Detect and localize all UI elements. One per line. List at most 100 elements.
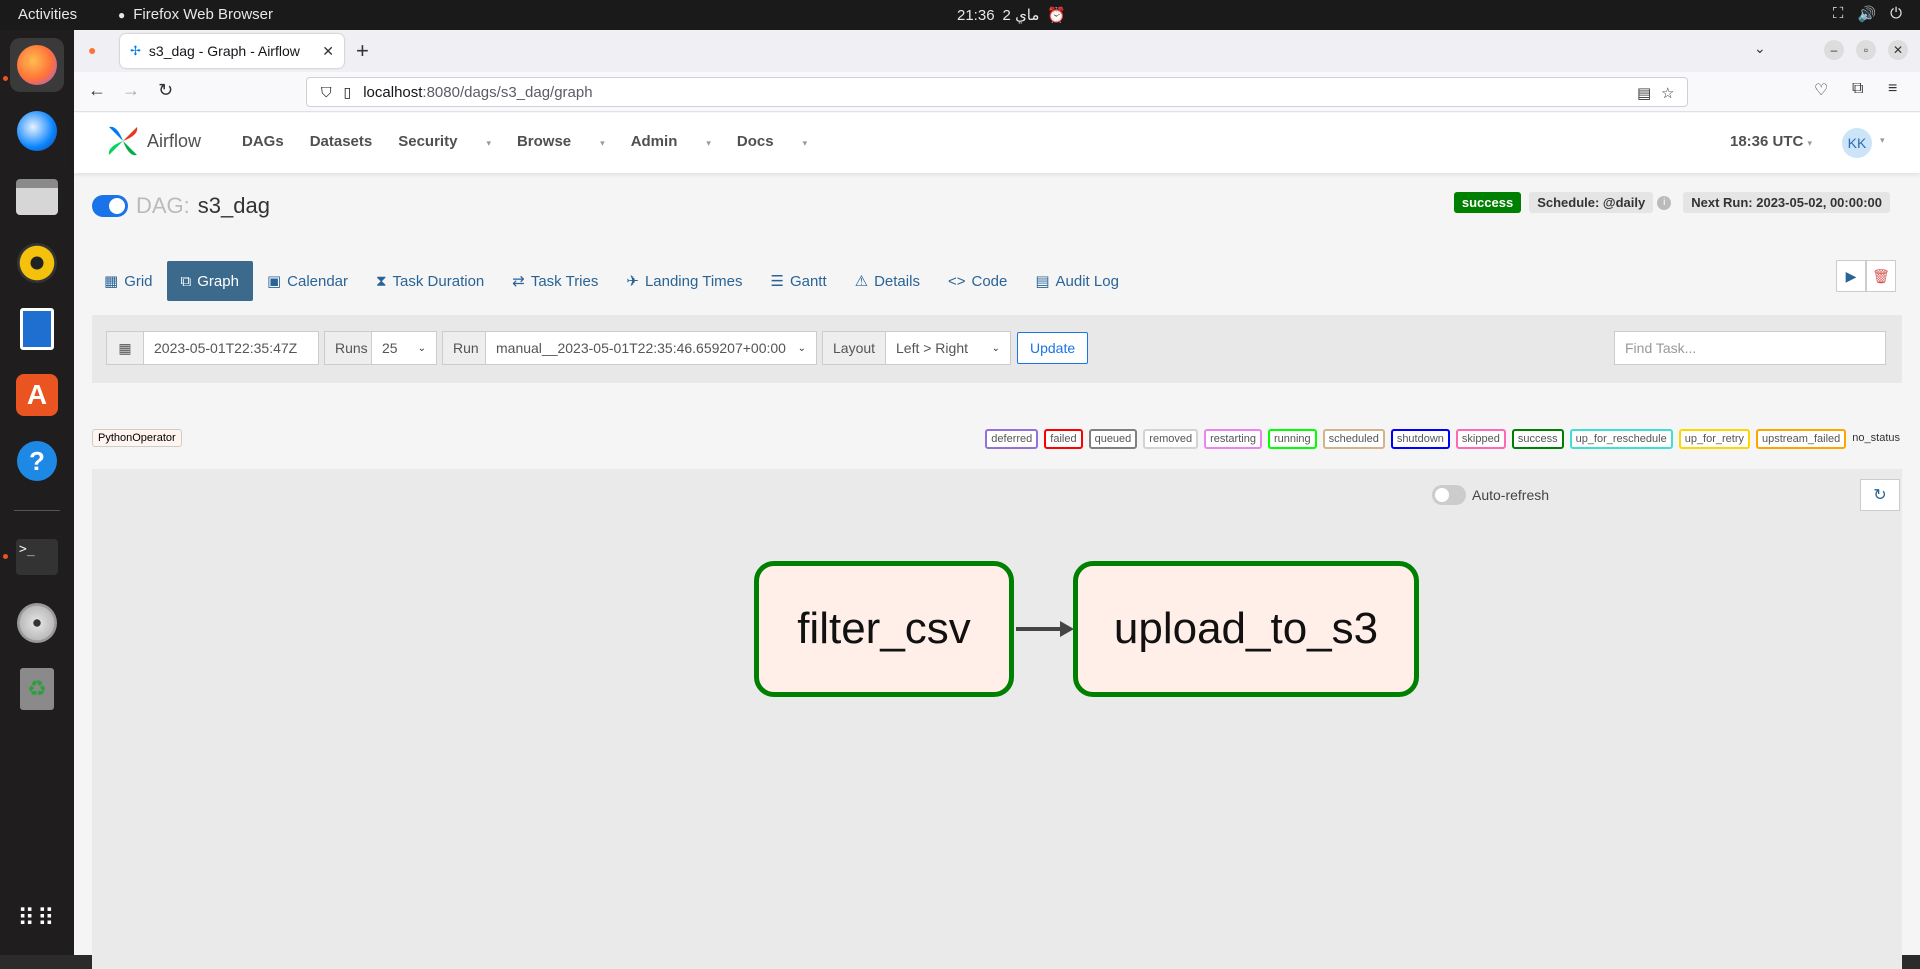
refresh-button[interactable]: ↻ — [1860, 479, 1900, 511]
clock[interactable]: 21:36 2 ماي ⏰ — [957, 6, 1066, 25]
url-path: :8080/dags/s3_dag/graph — [422, 83, 593, 101]
maximize-icon[interactable]: ▫ — [1856, 40, 1876, 60]
close-window-icon[interactable]: ✕ — [1888, 40, 1908, 60]
menu-icon[interactable]: ≡ — [1888, 80, 1897, 98]
tab-task-duration[interactable]: ⧗ Task Duration — [362, 261, 498, 301]
caret-icon: ▾ — [706, 138, 711, 148]
trash-icon: ♻ — [20, 668, 54, 710]
menu-security[interactable]: Security ▾ — [398, 133, 491, 150]
menu-dags[interactable]: DAGs — [242, 133, 284, 150]
extensions-icon[interactable]: ⧉ — [1852, 80, 1863, 98]
schedule-badge: Schedule: @daily — [1529, 192, 1654, 213]
activities-button[interactable]: Activities — [18, 6, 77, 23]
state-running[interactable]: running — [1267, 429, 1317, 449]
forward-icon[interactable]: → — [122, 80, 140, 101]
airflow-logo[interactable]: Airflow — [105, 123, 201, 159]
menu-browse[interactable]: Browse ▾ — [517, 133, 605, 150]
back-icon[interactable]: ← — [88, 80, 106, 101]
state-removed[interactable]: removed — [1143, 429, 1199, 449]
state-failed[interactable]: failed — [1044, 429, 1083, 449]
tab-landing-times[interactable]: ✈ Landing Times — [612, 261, 756, 301]
tab-task-tries[interactable]: ⇄ Task Tries — [498, 261, 612, 301]
run-select[interactable]: manual__2023-05-01T22:35:46.659207+00:00… — [485, 331, 817, 365]
status-badge[interactable]: success — [1453, 192, 1522, 213]
minimize-icon[interactable]: – — [1824, 40, 1844, 60]
calendar-button[interactable]: ▦ — [106, 331, 144, 365]
tab-calendar[interactable]: ▣ Calendar — [253, 261, 362, 301]
close-tab-icon[interactable]: ✕ — [322, 43, 334, 60]
runs-label: Runs — [324, 331, 372, 365]
state-legend: deferred failed queued removed restartin… — [985, 429, 1900, 449]
tab-code-label: Code — [971, 272, 1008, 290]
menu-docs-label: Docs — [736, 133, 774, 150]
dag-graph[interactable]: Auto-refresh ↻ filter_csv upload_to_s3 — [92, 469, 1902, 969]
state-scheduled[interactable]: scheduled — [1322, 429, 1385, 449]
layout-select[interactable]: Left > Right ⌄ — [885, 331, 1011, 365]
task-node-upload-to-s3[interactable]: upload_to_s3 — [1073, 561, 1419, 697]
airflow-page: Airflow DAGs Datasets Security ▾ Browse ▾ … — [74, 113, 1920, 969]
menu-docs[interactable]: Docs ▾ — [737, 133, 807, 150]
trigger-dag-button[interactable]: ▶ — [1836, 260, 1866, 292]
state-upstream-failed[interactable]: upstream_failed — [1756, 429, 1847, 449]
state-shutdown[interactable]: shutdown — [1390, 429, 1450, 449]
state-no-status[interactable]: no_status — [1852, 429, 1900, 449]
avatar[interactable]: KK — [1842, 128, 1872, 158]
app-menu[interactable]: ● Firefox Web Browser — [118, 6, 273, 23]
tab-list-icon[interactable]: ⌄ — [1754, 40, 1766, 57]
dock-help[interactable]: ? — [10, 434, 64, 488]
reader-view-icon[interactable]: ▤ — [1637, 84, 1651, 102]
state-success[interactable]: success — [1511, 429, 1564, 449]
state-restarting[interactable]: restarting — [1204, 429, 1262, 449]
state-deferred[interactable]: deferred — [985, 429, 1039, 449]
dock-writer[interactable] — [10, 302, 64, 356]
tab-audit-log[interactable]: ▤ Audit Log — [1021, 261, 1133, 301]
dock-terminal[interactable]: >_ — [10, 530, 64, 584]
dock-trash[interactable]: ♻ — [10, 662, 64, 716]
info-icon[interactable]: i — [1657, 195, 1672, 210]
update-button[interactable]: Update — [1017, 332, 1089, 364]
graph-icon: ⧉ — [180, 272, 192, 290]
dag-pause-toggle[interactable] — [92, 195, 128, 217]
state-queued[interactable]: queued — [1088, 429, 1138, 449]
reload-icon[interactable]: ↻ — [158, 80, 173, 101]
menu-admin-label: Admin — [630, 133, 678, 150]
menu-datasets[interactable]: Datasets — [310, 133, 373, 150]
state-up-for-retry[interactable]: up_for_retry — [1678, 429, 1751, 449]
tab-task-duration-label: Task Duration — [392, 272, 485, 290]
pocket-icon[interactable]: ♡ — [1814, 80, 1828, 100]
auto-refresh-toggle[interactable]: Auto-refresh — [1432, 485, 1549, 505]
dock-rhythmbox[interactable] — [10, 236, 64, 290]
system-tray[interactable]: ⛶ 🔊 ⏻ — [1833, 5, 1902, 23]
dock-firefox[interactable] — [10, 38, 64, 92]
dock-software[interactable]: A — [10, 368, 64, 422]
show-apps-button[interactable]: ⠿⠿ — [10, 892, 64, 946]
base-date-input[interactable]: 2023-05-01T22:35:47Z — [143, 331, 319, 365]
caret-icon: ▾ — [600, 138, 605, 148]
auto-refresh-switch[interactable] — [1432, 485, 1466, 505]
tab-graph[interactable]: ⧉ Graph — [166, 261, 253, 301]
state-skipped[interactable]: skipped — [1455, 429, 1506, 449]
url-bar[interactable]: ⛉ ▯ localhost:8080/dags/s3_dag/graph ▤ ☆ — [306, 77, 1688, 107]
utc-time[interactable]: 18:36 UTC ▾ — [1730, 133, 1812, 150]
tab-code[interactable]: <> Code — [934, 261, 1021, 301]
dock-thunderbird[interactable] — [10, 104, 64, 158]
runs-select[interactable]: 25 ⌄ — [371, 331, 437, 365]
browser-window: ● ✢ s3_dag - Graph - Airflow ✕ + ⌄ – ▫ ✕… — [74, 30, 1920, 969]
dock-disc[interactable] — [10, 596, 64, 650]
tab-grid[interactable]: ▦ Grid — [90, 261, 167, 301]
new-tab-button[interactable]: + — [356, 38, 369, 64]
runs-value: 25 — [382, 340, 398, 356]
find-task-input[interactable]: Find Task... — [1614, 331, 1886, 365]
tab-gantt[interactable]: ☰ Gantt — [757, 261, 841, 301]
delete-dag-button[interactable]: 🗑 — [1866, 260, 1896, 292]
firefox-view-icon[interactable]: ● — [88, 42, 96, 58]
browser-tab[interactable]: ✢ s3_dag - Graph - Airflow ✕ — [120, 34, 344, 68]
task-node-filter-csv[interactable]: filter_csv — [754, 561, 1014, 697]
plane-landing-icon: ✈ — [626, 273, 639, 290]
state-up-for-reschedule[interactable]: up_for_reschedule — [1569, 429, 1673, 449]
view-tabs: ▦ Grid ⧉ Graph ▣ Calendar ⧗ Task Duration ⇄ T… — [90, 261, 1133, 301]
menu-admin[interactable]: Admin ▾ — [631, 133, 711, 150]
dock-files[interactable] — [10, 170, 64, 224]
bookmark-star-icon[interactable]: ☆ — [1661, 84, 1674, 102]
tab-details[interactable]: ⚠ Details — [841, 261, 934, 301]
